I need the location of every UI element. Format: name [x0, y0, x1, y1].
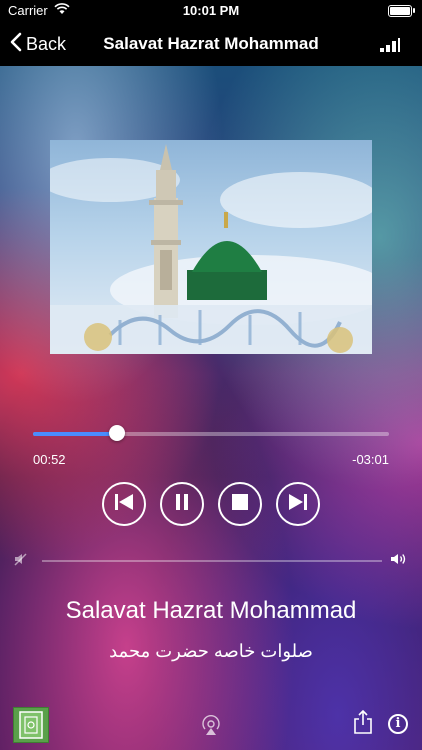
- album-artwork: [50, 140, 372, 354]
- battery-icon: [388, 5, 415, 17]
- back-button[interactable]: Back: [10, 32, 66, 57]
- back-label: Back: [26, 34, 67, 54]
- pause-icon: [175, 493, 189, 516]
- pause-button[interactable]: [160, 482, 204, 526]
- volume-slider[interactable]: [42, 560, 382, 562]
- volume-mute-icon: [14, 552, 28, 566]
- signal-bars-icon[interactable]: [380, 38, 400, 52]
- seek-knob[interactable]: [108, 425, 125, 441]
- remaining-time: -03:01: [352, 452, 389, 467]
- quran-app-icon[interactable]: [13, 707, 49, 743]
- stop-icon: [232, 493, 248, 515]
- previous-icon: [114, 493, 134, 516]
- previous-button[interactable]: [102, 482, 146, 526]
- seek-slider[interactable]: [33, 425, 389, 441]
- next-button[interactable]: [276, 482, 320, 526]
- track-title: Salavat Hazrat Mohammad: [65, 597, 357, 624]
- airplay-icon[interactable]: [200, 714, 222, 736]
- next-icon: [288, 493, 308, 516]
- stop-button[interactable]: [218, 482, 262, 526]
- clock: 10:01 PM: [182, 3, 240, 18]
- volume-max-icon: [390, 552, 408, 566]
- share-icon[interactable]: [354, 709, 372, 734]
- track-subtitle: صلوات خاصه حضرت محمد: [109, 641, 313, 661]
- elapsed-time: 00:52: [33, 452, 66, 467]
- navigation-bar: Back Salavat Hazrat Mohammad: [0, 22, 422, 66]
- seek-progress: [33, 432, 117, 436]
- status-bar: Carrier 10:01 PM: [0, 0, 422, 22]
- chevron-left-icon: [10, 32, 22, 57]
- info-icon[interactable]: i: [388, 714, 408, 734]
